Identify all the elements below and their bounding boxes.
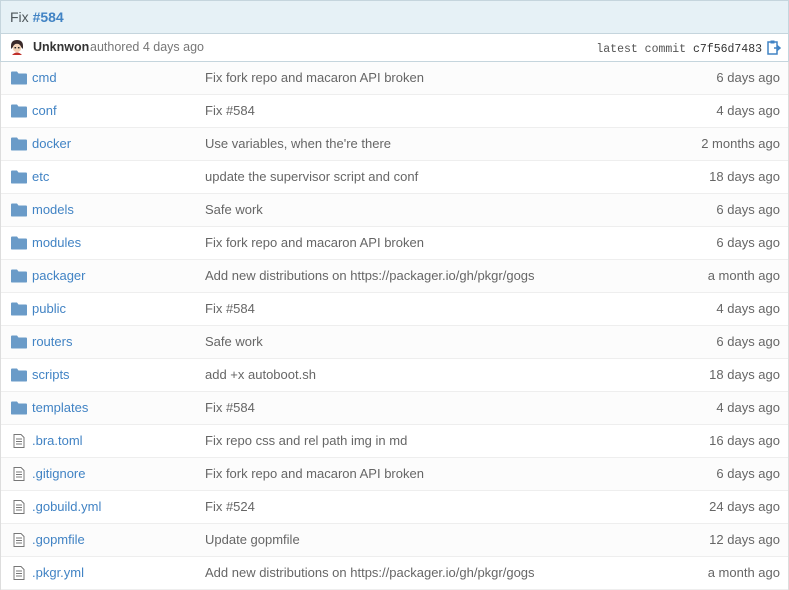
file-name-link[interactable]: .gitignore <box>32 458 85 490</box>
commit-age: 18 days ago <box>709 169 780 184</box>
file-icon <box>11 533 27 547</box>
commit-age: 6 days ago <box>716 466 780 481</box>
file-name-link[interactable]: etc <box>32 161 49 193</box>
commit-age: 6 days ago <box>716 70 780 85</box>
file-row: .gobuild.yml Fix #524 24 days ago <box>1 491 788 524</box>
commit-age: 6 days ago <box>716 334 780 349</box>
file-name-link[interactable]: packager <box>32 260 85 292</box>
file-name-link[interactable]: cmd <box>32 62 57 94</box>
folder-icon <box>11 401 27 415</box>
commit-age: a month ago <box>707 268 780 283</box>
file-icon <box>11 467 27 481</box>
commit-age: 6 days ago <box>716 202 780 217</box>
commit-message-link[interactable]: Fix repo css and rel path img in md <box>205 425 407 457</box>
file-row: scripts add +x autoboot.sh 18 days ago <box>1 359 788 392</box>
file-icon <box>11 434 27 448</box>
file-row: etc update the supervisor script and conf… <box>1 161 788 194</box>
latest-commit-label: latest commit <box>596 43 687 56</box>
commit-message-link[interactable]: Fix fork repo and macaron API broken <box>205 458 424 490</box>
authored-time: authored 4 days ago <box>90 40 204 54</box>
file-name-link[interactable]: public <box>32 293 66 325</box>
file-name-link[interactable]: .gopmfile <box>32 524 85 556</box>
commit-age: 16 days ago <box>709 433 780 448</box>
file-row: packager Add new distributions on https:/… <box>1 260 788 293</box>
avatar[interactable] <box>9 39 25 55</box>
file-row: conf Fix #584 4 days ago <box>1 95 788 128</box>
commit-age: 24 days ago <box>709 499 780 514</box>
commit-title-prefix: Fix <box>10 9 33 25</box>
file-icon <box>11 500 27 514</box>
commit-message-link[interactable]: Safe work <box>205 326 263 358</box>
file-row: routers Safe work 6 days ago <box>1 326 788 359</box>
file-table: cmd Fix fork repo and macaron API broken 6… <box>0 62 789 590</box>
file-row: .gitignore Fix fork repo and macaron API … <box>1 458 788 491</box>
commit-message-link[interactable]: Fix #584 <box>205 392 255 424</box>
commit-age: 12 days ago <box>709 532 780 547</box>
folder-icon <box>11 236 27 250</box>
file-name-link[interactable]: docker <box>32 128 71 160</box>
commit-message-link[interactable]: Fix #524 <box>205 491 255 523</box>
commit-age: 18 days ago <box>709 367 780 382</box>
file-name-link[interactable]: .bra.toml <box>32 425 83 457</box>
folder-icon <box>11 302 27 316</box>
commit-message-link[interactable]: Fix #584 <box>205 95 255 127</box>
folder-icon <box>11 368 27 382</box>
file-row: models Safe work 6 days ago <box>1 194 788 227</box>
file-name-link[interactable]: .pkgr.yml <box>32 557 84 589</box>
commit-message-link[interactable]: Safe work <box>205 194 263 226</box>
commit-age: 6 days ago <box>716 235 780 250</box>
commit-message-link[interactable]: Fix fork repo and macaron API broken <box>205 62 424 94</box>
file-row: modules Fix fork repo and macaron API bro… <box>1 227 788 260</box>
commit-sha[interactable]: c7f56d7483 <box>693 43 762 56</box>
file-name-link[interactable]: templates <box>32 392 88 424</box>
file-row: public Fix #584 4 days ago <box>1 293 788 326</box>
folder-icon <box>11 269 27 283</box>
file-name-link[interactable]: scripts <box>32 359 70 391</box>
commit-meta: Unknwon authored 4 days ago latest commi… <box>0 33 789 62</box>
commit-age: a month ago <box>707 565 780 580</box>
commit-message-link[interactable]: Fix #584 <box>205 293 255 325</box>
folder-icon <box>11 71 27 85</box>
commit-message-link[interactable]: Use variables, when the're there <box>205 128 391 160</box>
folder-icon <box>11 203 27 217</box>
file-row: templates Fix #584 4 days ago <box>1 392 788 425</box>
commit-message-link[interactable]: Update gopmfile <box>205 524 300 556</box>
latest-commit: latest commit c7f56d7483 <box>596 36 762 63</box>
folder-icon <box>11 137 27 151</box>
file-name-link[interactable]: conf <box>32 95 57 127</box>
clipboard-icon[interactable] <box>767 40 781 55</box>
commit-message-link[interactable]: add +x autoboot.sh <box>205 359 316 391</box>
commit-age: 4 days ago <box>716 103 780 118</box>
file-row: .bra.toml Fix repo css and rel path img i… <box>1 425 788 458</box>
file-name-link[interactable]: routers <box>32 326 72 358</box>
file-icon <box>11 566 27 580</box>
commit-author[interactable]: Unknwon <box>33 34 89 61</box>
commit-message-link[interactable]: update the supervisor script and conf <box>205 161 418 193</box>
folder-icon <box>11 170 27 184</box>
commit-age: 2 months ago <box>701 136 780 151</box>
file-name-link[interactable]: models <box>32 194 74 226</box>
commit-message-link[interactable]: Add new distributions on https://package… <box>205 557 535 589</box>
commit-message-link[interactable]: Add new distributions on https://package… <box>205 260 535 292</box>
commit-age: 4 days ago <box>716 301 780 316</box>
file-row: .pkgr.yml Add new distributions on https:… <box>1 557 788 590</box>
file-row: cmd Fix fork repo and macaron API broken 6… <box>1 62 788 95</box>
folder-icon <box>11 335 27 349</box>
file-name-link[interactable]: .gobuild.yml <box>32 491 101 523</box>
commit-age: 4 days ago <box>716 400 780 415</box>
folder-icon <box>11 104 27 118</box>
file-name-link[interactable]: modules <box>32 227 81 259</box>
issue-link[interactable]: #584 <box>33 9 64 25</box>
commit-title: Fix #584 <box>0 0 789 33</box>
file-row: docker Use variables, when the're there 2 … <box>1 128 788 161</box>
commit-message-link[interactable]: Fix fork repo and macaron API broken <box>205 227 424 259</box>
file-row: .gopmfile Update gopmfile 12 days ago <box>1 524 788 557</box>
